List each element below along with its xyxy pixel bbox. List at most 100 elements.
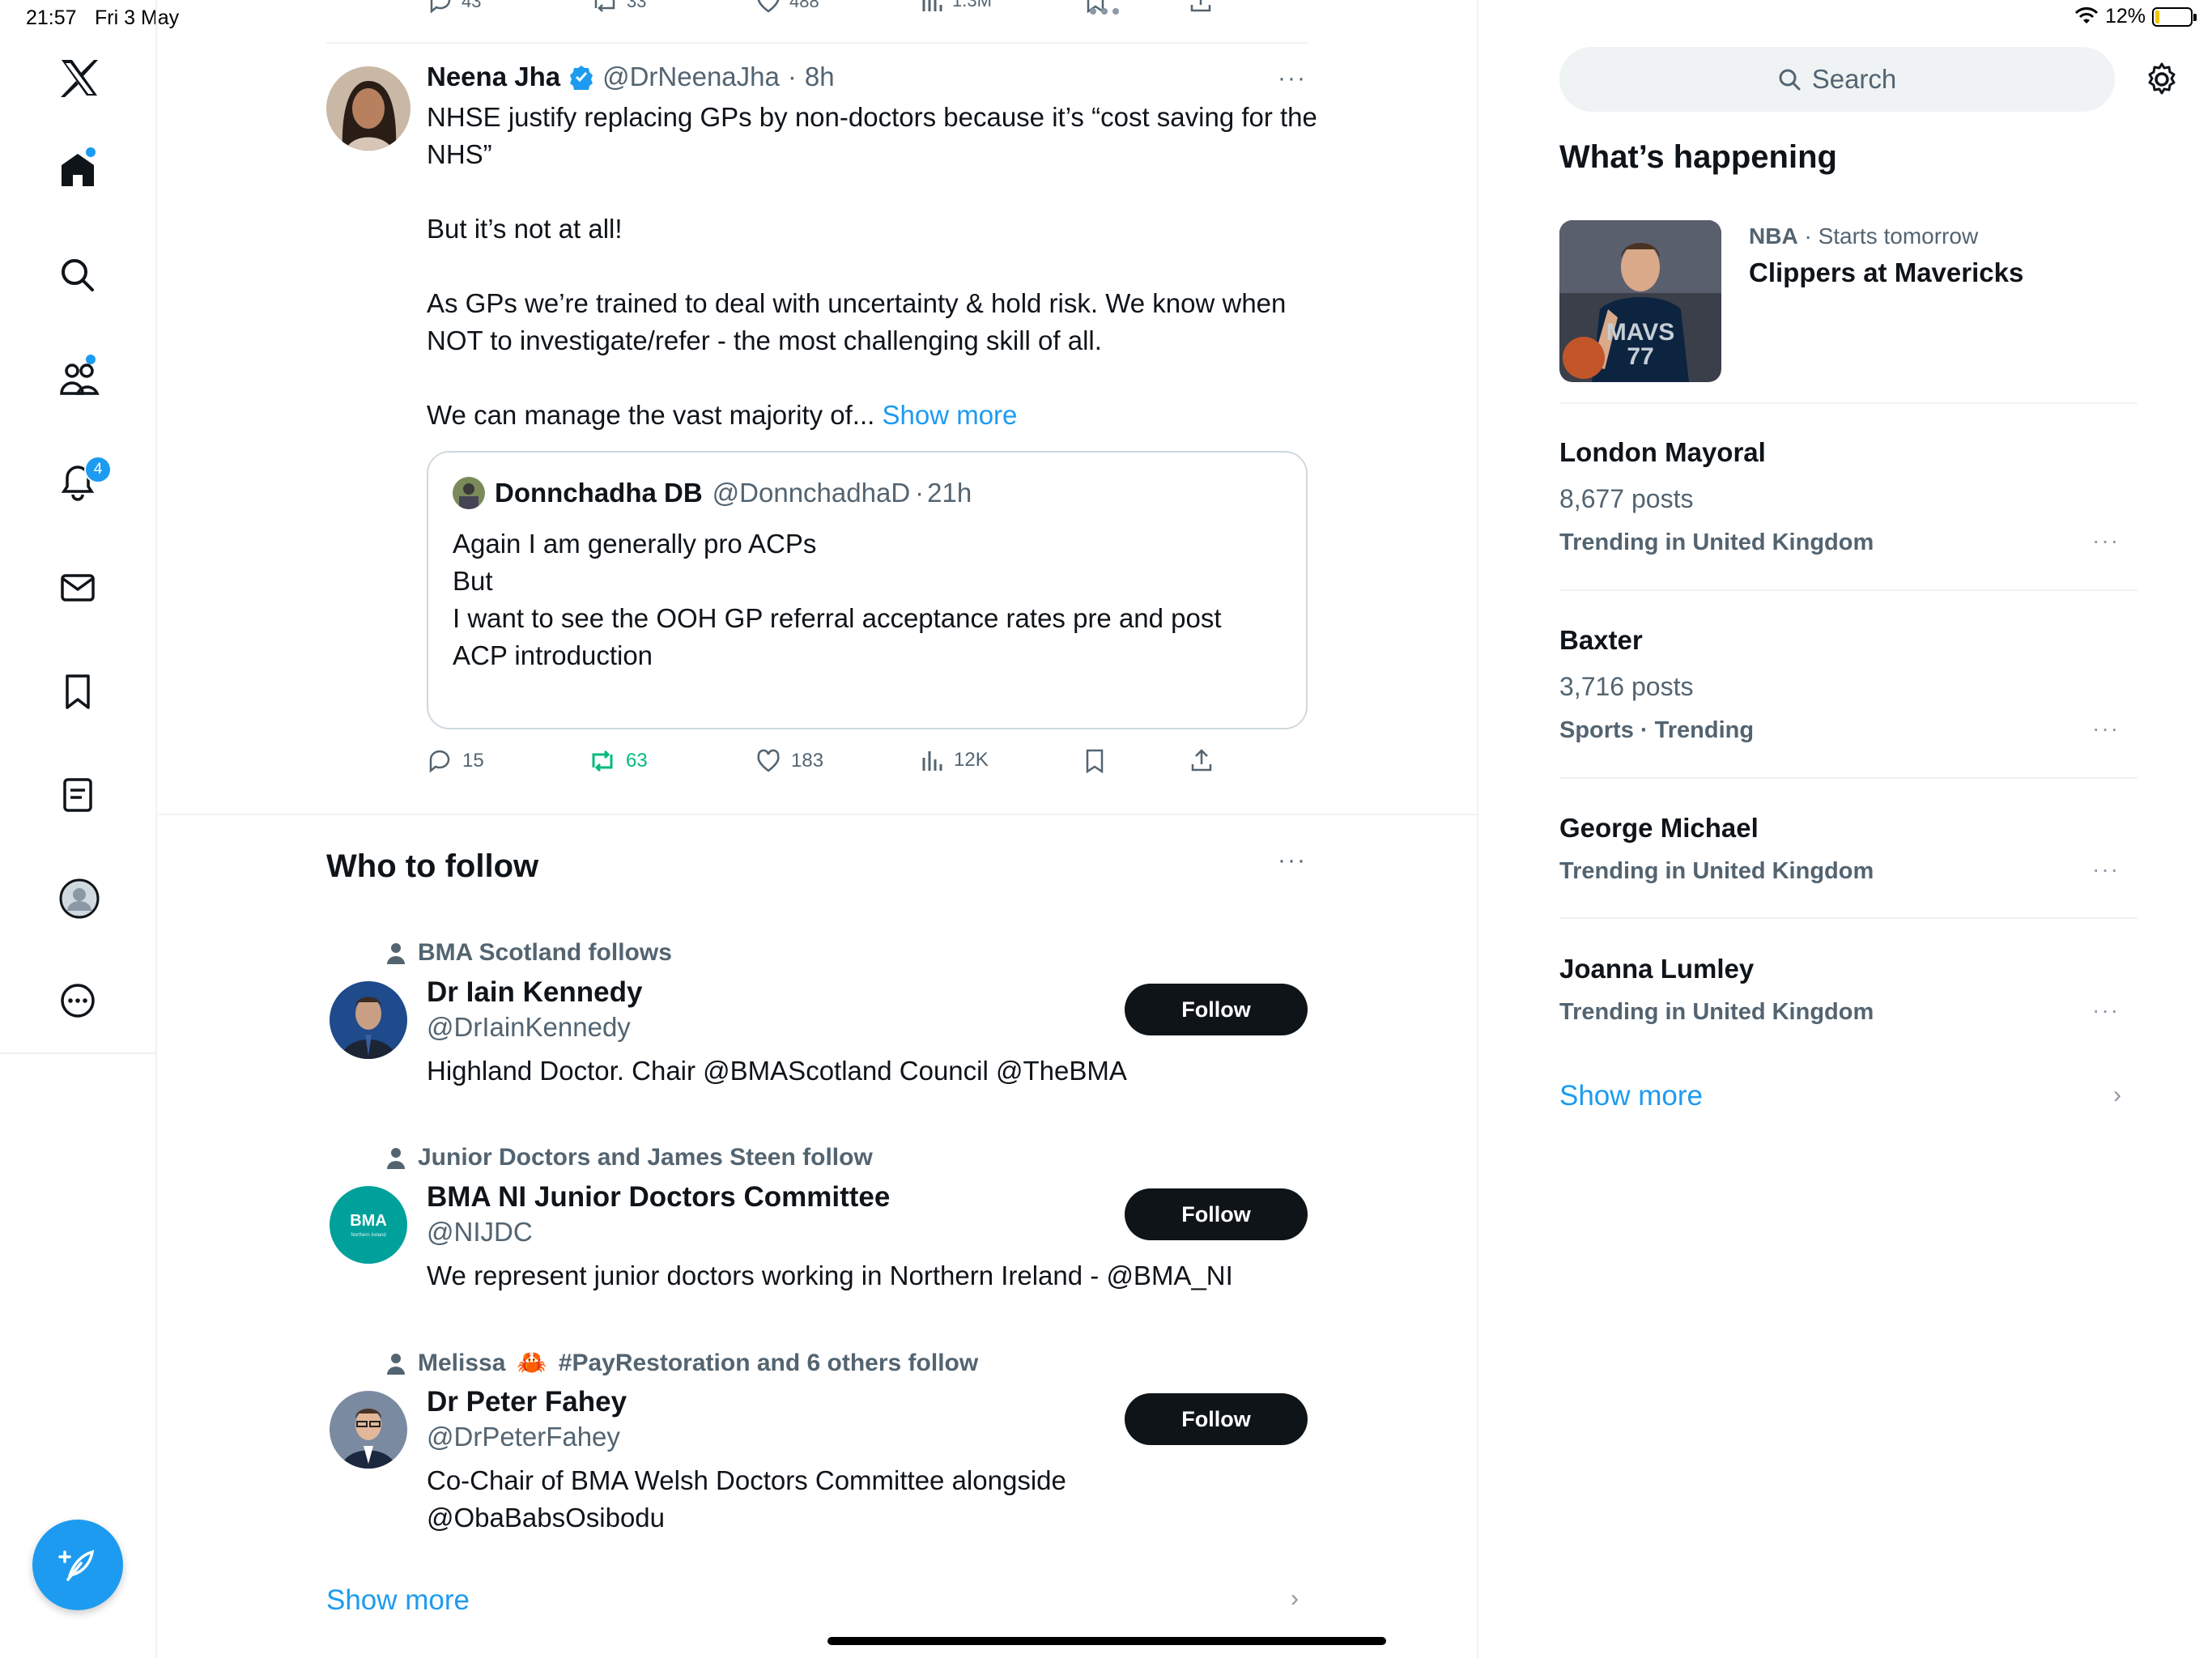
trend-name[interactable]: George Michael <box>1559 813 1759 844</box>
lists-icon[interactable] <box>58 776 97 814</box>
trend-more-icon[interactable]: ··· <box>2092 997 2120 1023</box>
follow-button[interactable]: Follow <box>1125 1393 1308 1445</box>
bookmark-button[interactable] <box>1083 748 1107 774</box>
who-to-follow-more-icon[interactable]: ··· <box>1278 847 1307 874</box>
reply-button[interactable]: 43 <box>428 0 481 15</box>
who-to-follow-show-more-link[interactable]: Show more <box>326 1584 470 1617</box>
views-button[interactable]: 1.3M <box>920 0 992 13</box>
trends-show-more-link[interactable]: Show more <box>1559 1080 1703 1112</box>
settings-gear-icon[interactable] <box>2144 62 2180 97</box>
trend-context: Sports · Trending <box>1559 717 1755 743</box>
tweet-separator: · <box>787 62 797 91</box>
views-icon <box>922 751 942 771</box>
search-icon[interactable] <box>58 256 97 295</box>
trend-name[interactable]: Baxter <box>1559 625 1643 656</box>
event-title[interactable]: Clippers at Mavericks <box>1749 257 2023 288</box>
reply-count: 15 <box>462 750 484 772</box>
search-input[interactable]: Search <box>1559 47 2115 112</box>
compose-button[interactable] <box>32 1520 123 1610</box>
person-icon <box>387 1148 405 1169</box>
tweet-author-name[interactable]: Neena Jha <box>427 62 560 92</box>
tweet-text: NHSE justify replacing GPs by non-doctor… <box>427 99 1317 434</box>
follow-context-text: Junior Doctors and James Steen follow <box>418 1144 873 1171</box>
sidebar-divider <box>155 1052 157 1658</box>
like-button[interactable]: 183 <box>755 748 823 774</box>
more-dots-icon <box>1088 6 1121 16</box>
home-notification-dot <box>86 147 96 157</box>
x-logo-icon[interactable] <box>58 58 98 97</box>
tweet-truncated-line: We can manage the vast majority of... <box>427 400 875 430</box>
bookmark-icon[interactable] <box>58 672 97 711</box>
chevron-right-icon: › <box>2113 1082 2121 1108</box>
reply-button[interactable]: 15 <box>427 748 484 774</box>
profile-icon[interactable] <box>58 878 100 919</box>
tweet-time[interactable]: 8h <box>805 62 835 92</box>
divider <box>1559 589 2138 591</box>
repost-button[interactable]: 63 <box>589 748 648 774</box>
share-button[interactable] <box>1189 0 1213 13</box>
event-separator: · <box>1804 223 1819 249</box>
jersey-number: 77 <box>1627 343 1654 370</box>
trend-more-icon[interactable]: ··· <box>2092 716 2120 742</box>
battery-icon <box>2152 6 2197 27</box>
user-avatar[interactable] <box>330 1391 407 1469</box>
user-avatar[interactable]: BMA Northern Ireland <box>330 1186 407 1264</box>
tweet-more-options-icon[interactable]: ··· <box>1278 65 1307 92</box>
trend-context: Trending in United Kingdom <box>1559 999 1874 1025</box>
user-name[interactable]: Dr Peter Fahey <box>427 1386 627 1418</box>
trend-name[interactable]: Joanna Lumley <box>1559 954 1754 984</box>
mail-icon[interactable] <box>58 568 97 607</box>
follow-context: Junior Doctors and James Steen follow <box>385 1144 873 1171</box>
previous-tweet-actions: 43 33 488 1.3M <box>421 0 1312 18</box>
tweet-author-handle[interactable]: @DrNeenaJha <box>602 62 780 92</box>
views-button[interactable]: 12K <box>920 748 989 772</box>
event-image[interactable]: MAVS 77 <box>1559 220 1721 382</box>
follow-button[interactable]: Follow <box>1125 984 1308 1035</box>
trend-more-icon[interactable]: ··· <box>2092 528 2120 554</box>
user-name[interactable]: Dr Iain Kennedy <box>427 976 642 1009</box>
share-icon <box>1191 749 1212 772</box>
bookmark-icon <box>1086 749 1104 774</box>
user-name[interactable]: BMA NI Junior Doctors Committee <box>427 1181 890 1214</box>
user-avatar[interactable] <box>330 981 407 1059</box>
tweet-show-more-link[interactable]: Show more <box>883 400 1018 430</box>
trend-name[interactable]: London Mayoral <box>1559 437 1766 468</box>
repost-count: 33 <box>627 0 647 11</box>
repost-count: 63 <box>626 750 648 772</box>
user-handle: @DrPeterFahey <box>427 1422 620 1452</box>
more-icon[interactable] <box>58 981 97 1020</box>
quoted-tweet[interactable]: Donnchadha DB @DonnchadhaD · 21h Again I… <box>427 451 1308 729</box>
tweet-paragraph: But it’s not at all! <box>427 214 623 244</box>
trend-posts: 8,677 posts <box>1559 484 1694 513</box>
event-context: NBA · Starts tomorrow <box>1749 223 1978 249</box>
verified-badge-icon <box>568 64 594 90</box>
quote-author-handle: @DonnchadhaD <box>712 478 911 508</box>
jersey-text: MAVS <box>1606 319 1675 346</box>
share-button[interactable] <box>1189 748 1214 772</box>
search-icon <box>1778 68 1801 91</box>
divider <box>157 814 1477 815</box>
user-bio: We represent junior doctors working in N… <box>427 1261 1233 1290</box>
views-icon <box>922 0 942 11</box>
tweet-author-avatar[interactable] <box>326 66 410 151</box>
bma-logo-text: BMA <box>350 1212 387 1230</box>
trend-posts: 3,716 posts <box>1559 672 1694 701</box>
trend-more-icon[interactable]: ··· <box>2092 857 2120 882</box>
communities-notification-dot <box>86 355 96 364</box>
views-count: 12K <box>954 749 989 771</box>
divider <box>326 42 1308 44</box>
communities-icon[interactable] <box>58 359 100 398</box>
like-button[interactable]: 488 <box>755 0 819 15</box>
user-handle: @NIJDC <box>427 1217 533 1247</box>
follow-context: Melissa 🦀 #PayRestoration and 6 others f… <box>385 1349 978 1377</box>
quote-time: 21h <box>927 478 972 508</box>
whats-happening-title: What’s happening <box>1559 139 1837 175</box>
repost-button[interactable]: 33 <box>591 0 646 15</box>
quote-header: Donnchadha DB @DonnchadhaD · 21h <box>453 477 972 509</box>
event-category: NBA <box>1749 223 1798 249</box>
notification-count-badge: 4 <box>84 456 112 483</box>
user-handle: @DrIainKennedy <box>427 1012 631 1042</box>
user-bio: Co-Chair of BMA Welsh Doctors Committee … <box>427 1465 1066 1533</box>
follow-button[interactable]: Follow <box>1125 1188 1308 1240</box>
wifi-icon <box>2074 6 2099 27</box>
